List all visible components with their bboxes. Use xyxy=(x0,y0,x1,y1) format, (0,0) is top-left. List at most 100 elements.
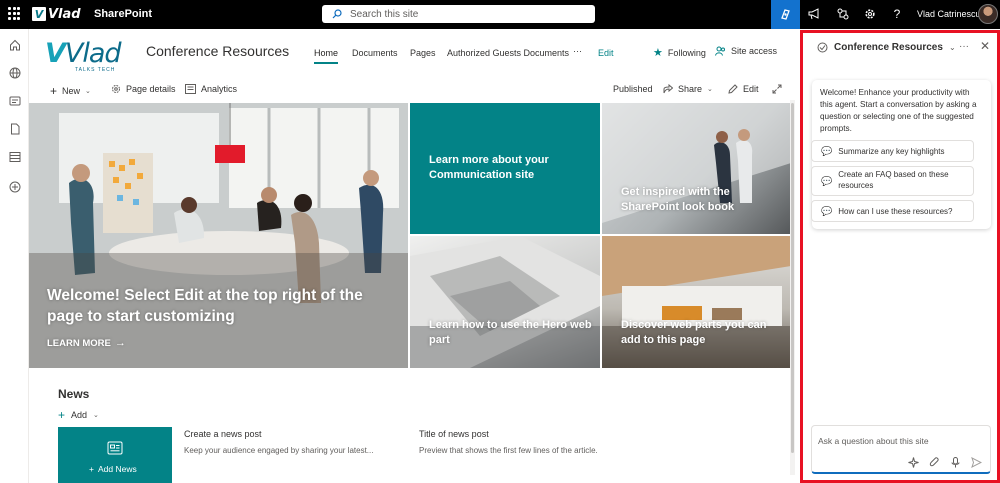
welcome-message: Welcome! Enhance your productivity with … xyxy=(820,88,977,133)
gear-icon[interactable] xyxy=(864,8,876,20)
avatar[interactable] xyxy=(978,4,998,24)
file-icon[interactable] xyxy=(8,122,21,135)
learn-more-link[interactable]: LEARN MORE → xyxy=(47,336,126,351)
hero-main-tile[interactable]: Welcome! Select Edit at the top right of… xyxy=(29,103,408,368)
search-placeholder: Search this site xyxy=(350,8,419,20)
hero-tile-hero-web-part[interactable]: Learn how to use the Hero web part xyxy=(410,236,600,368)
hero-tile-look-book[interactable]: Get inspired with the SharePoint look bo… xyxy=(602,103,791,234)
chevron-down-icon: ⌄ xyxy=(948,43,956,52)
suggested-prompt-1[interactable]: 💬 Summarize any key highlights xyxy=(811,140,974,162)
nav-edit-link[interactable]: Edit xyxy=(598,48,614,58)
hero-web-part: Welcome! Select Edit at the top right of… xyxy=(29,103,791,368)
hero-tile-4-text: Discover web parts you can add to this p… xyxy=(621,319,767,347)
chat-input-placeholder: Ask a question about this site xyxy=(818,436,929,446)
network-icon[interactable] xyxy=(837,8,849,20)
newspaper-icon xyxy=(107,441,123,455)
nav-more[interactable]: ··· xyxy=(573,46,582,56)
news-post-2[interactable]: Title of news post Preview that shows th… xyxy=(419,429,659,455)
nav-home[interactable]: Home xyxy=(314,48,339,64)
agent-title: Conference Resources xyxy=(834,42,943,53)
copilot-panel: Conference Resources ⌄ ··· ✕ Welcome! En… xyxy=(800,30,1000,483)
hero-tile-1-text: Learn more about your Communication site xyxy=(429,154,549,182)
list-icon[interactable] xyxy=(8,150,21,163)
edit-label: Edit xyxy=(743,84,759,94)
nav-pages[interactable]: Pages xyxy=(410,48,436,58)
arrow-right-icon: → xyxy=(114,337,126,349)
agent-picker[interactable]: Conference Resources ⌄ xyxy=(817,42,956,53)
search-icon xyxy=(332,9,342,19)
prompt-icon: 💬 xyxy=(821,205,833,216)
share-label: Share xyxy=(678,84,703,94)
copilot-button[interactable] xyxy=(771,0,800,29)
people-icon xyxy=(715,46,725,56)
add-news-card[interactable]: + Add News xyxy=(58,427,172,483)
close-icon[interactable]: ✕ xyxy=(980,39,990,53)
analytics-button[interactable]: Analytics xyxy=(185,84,237,94)
share-button[interactable]: Share ⌄ xyxy=(663,84,713,94)
pencil-icon xyxy=(728,84,738,94)
hero-tile-2-text: Get inspired with the SharePoint look bo… xyxy=(621,186,735,214)
suggested-prompt-label: Create an FAQ based on these resources xyxy=(838,170,949,190)
site-logo[interactable]: VVlad TALKS TECH xyxy=(45,38,132,75)
hero-tile-3-text: Learn how to use the Hero web part xyxy=(429,319,592,347)
chat-input-actions xyxy=(908,457,982,468)
news-icon[interactable] xyxy=(8,94,21,107)
nav-documents[interactable]: Documents xyxy=(352,48,398,58)
site-access-button[interactable]: Site access xyxy=(715,46,777,56)
prompt-icon: 💬 xyxy=(821,145,833,156)
send-icon[interactable] xyxy=(971,457,982,468)
site-logo-tagline: TALKS TECH xyxy=(75,66,116,73)
hero-tile-web-parts[interactable]: Discover web parts you can add to this p… xyxy=(602,236,791,368)
site-logo-text: VVlad xyxy=(45,37,122,69)
microphone-icon[interactable] xyxy=(950,457,961,468)
edit-button[interactable]: Edit xyxy=(728,84,759,94)
org-logo[interactable]: V Vlad xyxy=(32,6,81,22)
app-launcher-icon[interactable] xyxy=(8,7,20,21)
new-label: New xyxy=(62,86,81,96)
news-heading: News xyxy=(58,387,90,401)
globe-icon[interactable] xyxy=(8,66,21,79)
logo-mark-icon: V xyxy=(32,7,46,21)
suggested-prompt-label: Summarize any key highlights xyxy=(838,146,945,156)
page-scrollbar-thumb[interactable] xyxy=(791,103,794,453)
news-post-desc: Keep your audience engaged by sharing yo… xyxy=(184,446,374,455)
suggested-prompt-2[interactable]: 💬 Create an FAQ based on these resources xyxy=(811,166,974,196)
help-icon[interactable]: ? xyxy=(891,7,903,21)
share-icon xyxy=(663,84,673,94)
home-icon[interactable] xyxy=(8,38,21,51)
prompt-icon: 💬 xyxy=(821,175,833,186)
news-post-title: Create a news post xyxy=(184,429,262,439)
sparkle-icon[interactable] xyxy=(908,457,919,468)
search-box[interactable]: Search this site xyxy=(322,5,595,23)
hero-tile-communication-site[interactable]: Learn more about your Communication site xyxy=(410,103,600,234)
gear-icon xyxy=(112,85,120,93)
news-post-1[interactable]: Create a news post Keep your audience en… xyxy=(184,429,399,455)
hero-main-title: Welcome! Select Edit at the top right of… xyxy=(47,287,363,326)
app-bar xyxy=(0,29,29,483)
page-details-button[interactable]: Page details xyxy=(111,84,176,94)
chat-input[interactable]: Ask a question about this site xyxy=(811,425,991,474)
chevron-down-icon: ⌄ xyxy=(93,412,99,419)
suite-header: V Vlad SharePoint Search this site ? Vla… xyxy=(0,0,1000,29)
nav-authorized-guests-documents[interactable]: Authorized Guests Documents xyxy=(447,48,569,58)
attach-icon[interactable] xyxy=(929,457,940,468)
analytics-icon xyxy=(185,84,196,94)
chevron-down-icon: ⌄ xyxy=(85,88,91,95)
publish-status: Published xyxy=(613,84,653,94)
following-button[interactable]: ★ Following xyxy=(653,46,706,59)
suggested-prompt-3[interactable]: 💬 How can I use these resources? xyxy=(811,200,974,222)
plus-icon: + xyxy=(58,408,66,422)
user-name[interactable]: Vlad Catrinescu xyxy=(917,9,981,19)
more-options-icon[interactable]: ··· xyxy=(959,41,969,52)
office-meeting-photo xyxy=(29,103,408,368)
copilot-icon xyxy=(781,9,790,20)
news-add-button[interactable]: + Add ⌄ xyxy=(58,408,99,422)
app-name[interactable]: SharePoint xyxy=(94,8,152,20)
site-title[interactable]: Conference Resources xyxy=(146,43,289,59)
new-button[interactable]: + New ⌄ xyxy=(50,84,91,98)
chevron-down-icon: ⌄ xyxy=(707,86,713,93)
news-add-label: Add xyxy=(71,410,88,420)
add-circle-icon[interactable] xyxy=(8,180,21,193)
megaphone-icon[interactable] xyxy=(808,8,820,20)
expand-icon[interactable] xyxy=(772,84,782,94)
